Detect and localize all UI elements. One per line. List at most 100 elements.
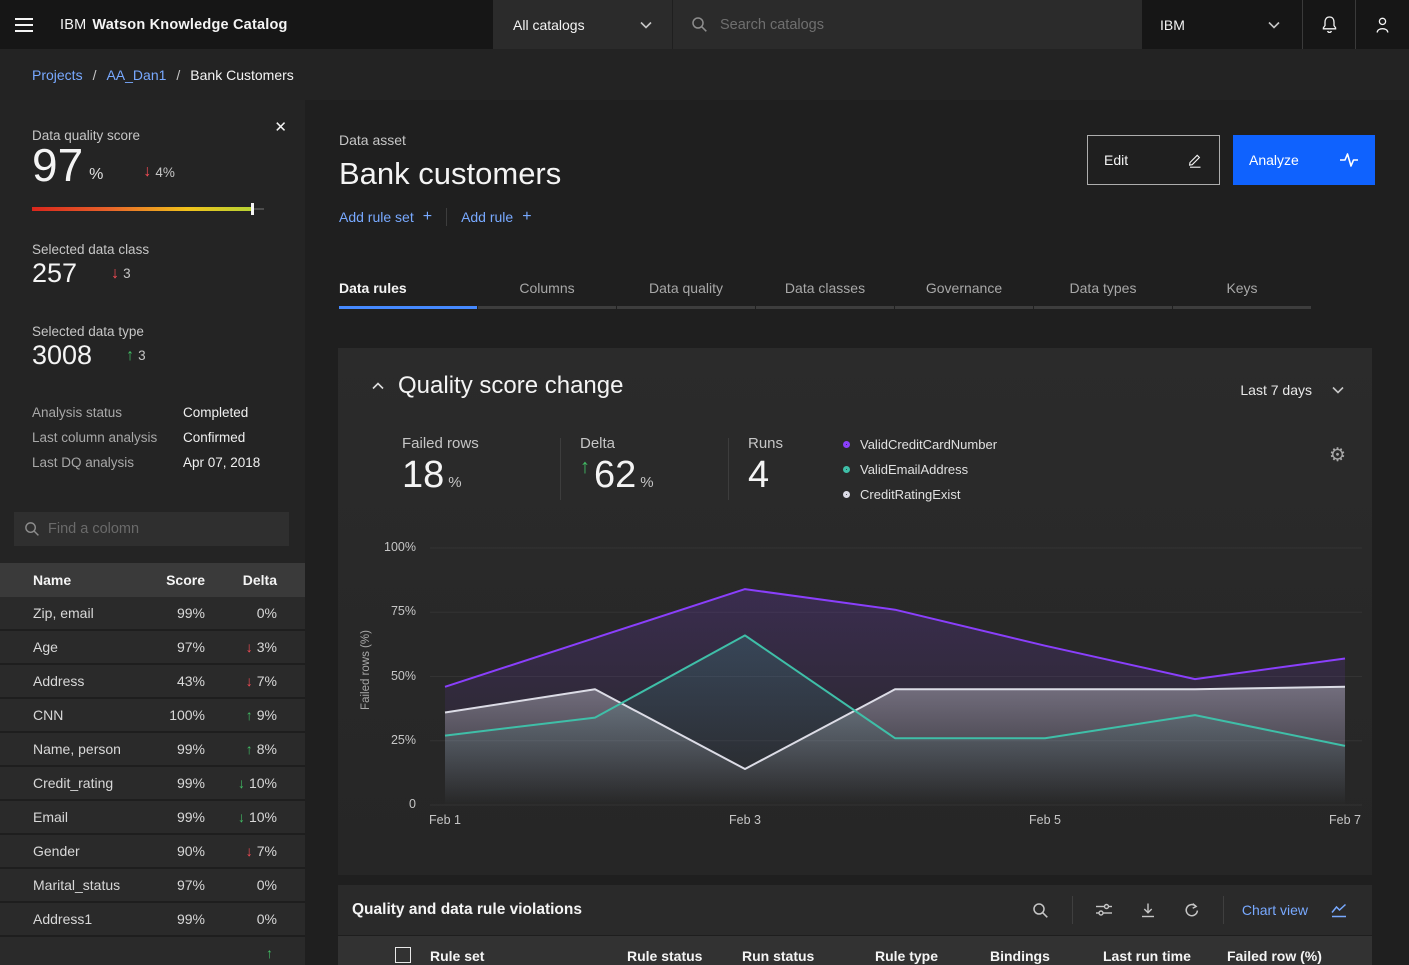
tab-columns[interactable]: Columns [478, 272, 616, 309]
x-tick-label: Feb 1 [410, 813, 480, 827]
main-content: Data asset Bank customers Add rule set +… [305, 100, 1409, 965]
cell-delta: ↓7% [205, 843, 277, 859]
analyze-button[interactable]: Analyze [1233, 135, 1375, 185]
cell-delta-value: 0% [257, 605, 277, 621]
cell-delta-value: 7% [257, 673, 277, 689]
tab-data-rules[interactable]: Data rules [339, 272, 477, 309]
breadcrumb-current: Bank Customers [190, 67, 293, 83]
table-row[interactable]: Address43%↓7% [0, 665, 305, 699]
add-rule-set-link[interactable]: Add rule set + [339, 209, 432, 225]
cell-score: 97% [140, 877, 205, 893]
hamburger-menu-icon[interactable] [0, 0, 48, 49]
close-icon[interactable]: ✕ [274, 118, 287, 136]
cell-name: Marital_status [0, 877, 140, 893]
breadcrumb-project[interactable]: AA_Dan1 [106, 67, 166, 83]
search-button[interactable] [1028, 897, 1054, 923]
divider [446, 208, 447, 226]
y-tick-label: 0 [358, 797, 416, 811]
cell-name: Gender [0, 843, 140, 859]
add-rule-label: Add rule [461, 209, 513, 225]
divider [728, 438, 729, 500]
cell-name: Address [0, 673, 140, 689]
breadcrumb: Projects / AA_Dan1 / Bank Customers [0, 49, 1409, 100]
tab-underline [617, 306, 755, 309]
table-row[interactable]: Marital_status97% 0% [0, 869, 305, 903]
column-header-run-status[interactable]: Run status [742, 948, 814, 964]
column-header-rule-type[interactable]: Rule type [875, 948, 938, 964]
table-row[interactable]: Address199%0% [0, 903, 305, 937]
chevron-down-icon [1332, 386, 1344, 394]
arrow-up-icon: ↑ [246, 742, 253, 756]
download-button[interactable] [1135, 897, 1161, 923]
table-row[interactable]: CNN100%↑9% [0, 699, 305, 733]
download-icon [1140, 902, 1156, 919]
table-row[interactable]: ↑ [0, 937, 305, 965]
select-all-checkbox[interactable] [395, 947, 411, 963]
add-rule-link[interactable]: Add rule + [461, 209, 532, 225]
bell-icon [1320, 15, 1339, 35]
search-input[interactable] [720, 17, 1142, 33]
y-tick-label: 50% [358, 669, 416, 683]
collapse-caret-icon[interactable] [372, 382, 384, 390]
breadcrumb-separator: / [93, 67, 97, 83]
tab-governance[interactable]: Governance [895, 272, 1033, 309]
gear-icon[interactable]: ⚙ [1329, 444, 1346, 467]
profile-button[interactable] [1355, 0, 1408, 49]
stat-unit: % [448, 474, 461, 494]
arrow-up-icon: ↑ [126, 348, 134, 364]
chart-view-icon-button[interactable] [1326, 897, 1352, 923]
analyze-button-label: Analyze [1249, 152, 1299, 168]
legend-item-validemailaddress: ValidEmailAddress [843, 457, 997, 482]
tab-keys[interactable]: Keys [1173, 272, 1311, 309]
meta-row: Last DQ analysisApr 07, 2018 [32, 450, 274, 475]
y-tick-label: 25% [358, 733, 416, 747]
table-row[interactable]: Age97%↓3% [0, 631, 305, 665]
table-row[interactable]: Email99%↓10% [0, 801, 305, 835]
refresh-icon [1183, 902, 1200, 919]
plus-icon: + [423, 209, 432, 225]
edit-button[interactable]: Edit [1087, 135, 1220, 185]
column-header-bindings[interactable]: Bindings [990, 948, 1050, 964]
quality-score-delta: 4% [155, 165, 175, 180]
chart-view-toggle[interactable]: Chart view [1242, 902, 1308, 918]
filter-button[interactable] [1091, 897, 1117, 923]
column-header-rule-set[interactable]: Rule set [430, 948, 484, 964]
cell-delta: ↑9% [205, 707, 277, 723]
table-row[interactable]: Name, person99%↑8% [0, 733, 305, 767]
notifications-button[interactable] [1302, 0, 1355, 49]
column-header-last-run-time[interactable]: Last run time [1103, 948, 1191, 964]
legend-label: ValidEmailAddress [860, 462, 968, 477]
tab-label: Data classes [756, 272, 894, 306]
cell-delta-value: 0% [257, 877, 277, 893]
tab-data-quality[interactable]: Data quality [617, 272, 755, 309]
stat-runs: Runs 4 [748, 435, 783, 494]
meta-value: Completed [183, 405, 248, 420]
violations-panel: Quality and data rule violations [338, 885, 1372, 965]
violations-title: Quality and data rule violations [352, 901, 582, 919]
chevron-down-icon [1268, 21, 1280, 29]
tab-data-classes[interactable]: Data classes [756, 272, 894, 309]
time-range-dropdown[interactable]: Last 7 days [1240, 382, 1344, 398]
table-row[interactable]: Gender90%↓7% [0, 835, 305, 869]
column-header-rule-status[interactable]: Rule status [627, 948, 702, 964]
breadcrumb-projects[interactable]: Projects [32, 67, 83, 83]
cell-delta-value: 7% [257, 843, 277, 859]
cell-name: Credit_rating [0, 775, 140, 791]
table-row[interactable]: Credit_rating99%↓10% [0, 767, 305, 801]
data-class-value: 257 [32, 258, 77, 289]
data-type-delta: 3 [138, 348, 146, 363]
meta-value: Apr 07, 2018 [183, 455, 260, 470]
stat-label: Delta [580, 435, 654, 452]
header-score: Score [140, 572, 205, 588]
column-header-failed-row[interactable]: Failed row (%) [1227, 948, 1322, 964]
column-search-input[interactable] [48, 521, 289, 537]
catalog-selector[interactable]: All catalogs [493, 0, 672, 49]
account-selector[interactable]: IBM [1142, 0, 1302, 49]
arrow-up-icon: ↑ [580, 456, 590, 479]
table-row[interactable]: Zip, email99%0% [0, 597, 305, 631]
cell-score: 99% [140, 911, 205, 927]
legend-ring-icon [843, 491, 850, 498]
cell-delta: ↑ [205, 946, 277, 960]
refresh-button[interactable] [1179, 897, 1205, 923]
tab-data-types[interactable]: Data types [1034, 272, 1172, 309]
